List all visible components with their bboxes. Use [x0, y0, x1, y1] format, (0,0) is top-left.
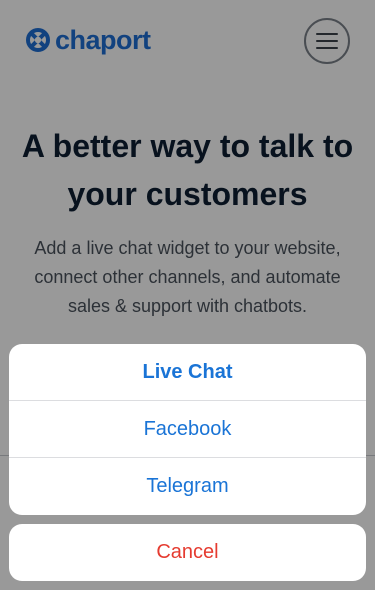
action-option-facebook[interactable]: Facebook: [9, 401, 366, 458]
cancel-button[interactable]: Cancel: [9, 524, 366, 581]
action-option-telegram[interactable]: Telegram: [9, 458, 366, 515]
action-sheet: Live Chat Facebook Telegram: [9, 344, 366, 515]
action-option-live-chat[interactable]: Live Chat: [9, 344, 366, 401]
